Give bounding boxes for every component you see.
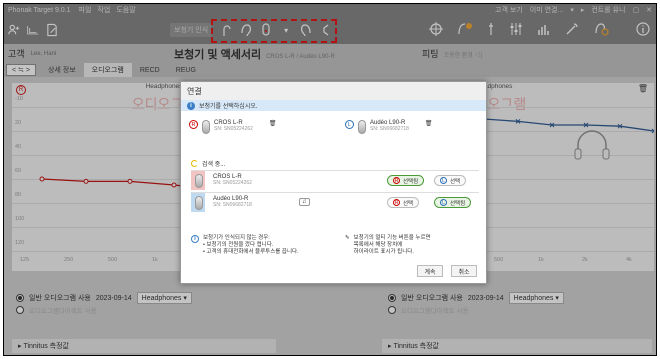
trash-icon[interactable]: 🗑 (269, 120, 277, 127)
search-status: 검색 중... (191, 159, 225, 168)
select-right-button[interactable]: R 선택 (387, 197, 420, 208)
dialog-hint: i 보청기를 선택하십시오. (181, 100, 486, 111)
hearing-aid-icon (195, 196, 203, 210)
note-left: i 보청기가 인식되지 않는 경우: • 보청기의 전원을 껐다 켭니다. • 고객… (191, 235, 299, 256)
app-window: Phonak Target 9.0.1 파일 작업 도움말 고객 보기 이미 연… (3, 3, 657, 356)
info-icon: i (187, 101, 195, 110)
selected-right-device: R CROS L-R SN: SN05224262 🗑 (189, 120, 277, 134)
connection-dialog: 연결 i 보청기를 선택하십시오. R CROS L-R SN: SN0522426… (180, 81, 487, 284)
hearing-aid-icon (195, 174, 203, 188)
select-right-button[interactable]: R 선택됨 (387, 175, 425, 186)
device-row[interactable]: Audéo L90-R SN: SN06682718 ♫ R 선택 L 선택됨 (191, 192, 479, 212)
press-button-icon: ✎ (345, 235, 350, 241)
select-left-button[interactable]: L 선택됨 (434, 197, 472, 208)
music-note-icon: ♫ (299, 198, 310, 206)
dialog-title: 연결 (181, 82, 486, 100)
spinner-icon (191, 160, 198, 167)
selected-left-device: L Audéo L90-R SN: SN06682718 🗑 (345, 120, 433, 134)
info-icon: i (191, 235, 199, 243)
note-right: ✎ 보청기의 멀티 기능 버튼을 누르면 목록에서 해당 장치에 하이라이트 표시가… (345, 235, 431, 255)
trash-icon[interactable]: 🗑 (425, 120, 433, 127)
device-row[interactable]: CROS L-R SN: SN05224262 R 선택됨 L 선택 (191, 170, 479, 190)
hearing-aid-icon (358, 120, 366, 134)
continue-button[interactable]: 계속 (417, 265, 443, 277)
hearing-aid-icon (202, 120, 210, 134)
cancel-button[interactable]: 취소 (451, 265, 477, 277)
select-left-button[interactable]: L 선택 (434, 175, 467, 186)
